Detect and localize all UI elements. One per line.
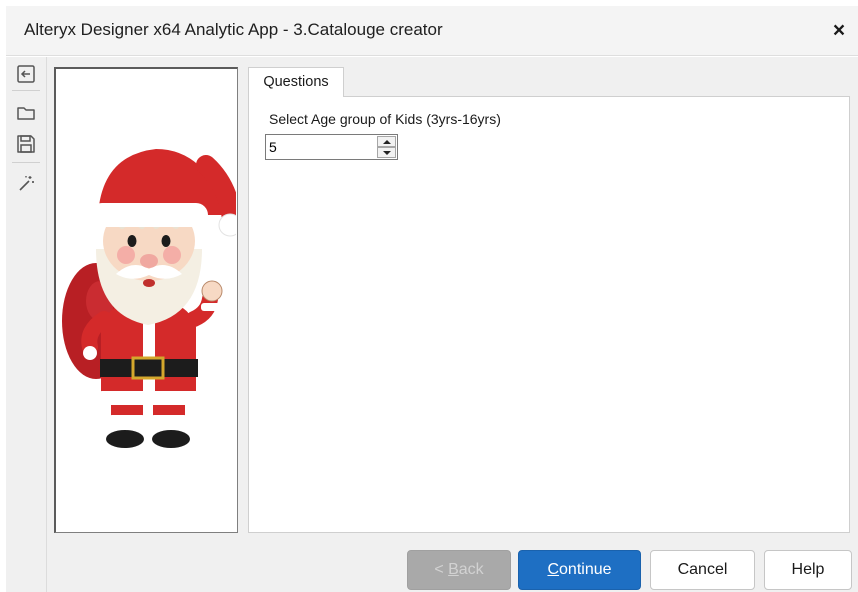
- magic-wand-icon[interactable]: [14, 171, 38, 195]
- tool-strip: [6, 57, 47, 592]
- title-bar: Alteryx Designer x64 Analytic App - 3.Ca…: [6, 6, 858, 56]
- window-body: Questions Select Age group of Kids (3yrs…: [6, 57, 858, 592]
- close-button[interactable]: ×: [826, 18, 852, 44]
- help-button[interactable]: Help: [764, 550, 852, 590]
- back-button[interactable]: < Back: [407, 550, 511, 590]
- age-group-label: Select Age group of Kids (3yrs-16yrs): [269, 111, 501, 127]
- save-icon[interactable]: [14, 132, 38, 156]
- questions-panel: Select Age group of Kids (3yrs-16yrs): [248, 96, 850, 533]
- back-arrow-label: <: [434, 561, 449, 578]
- continue-accel-label: C: [547, 561, 560, 578]
- age-group-input[interactable]: [266, 135, 377, 159]
- age-group-stepper[interactable]: [265, 134, 398, 160]
- toolbar-divider: [12, 162, 40, 163]
- spin-down-icon[interactable]: [377, 147, 396, 158]
- window-title: Alteryx Designer x64 Analytic App - 3.Ca…: [24, 20, 443, 39]
- toolbar-divider: [12, 90, 40, 91]
- continue-button[interactable]: Continue: [518, 550, 641, 590]
- spin-up-icon[interactable]: [377, 136, 396, 147]
- app-image-panel: [54, 67, 242, 533]
- cancel-button[interactable]: Cancel: [650, 550, 755, 590]
- back-label: ack: [458, 561, 484, 578]
- open-folder-icon[interactable]: [14, 101, 38, 125]
- tab-questions[interactable]: Questions: [248, 67, 344, 97]
- santa-claus-image: [62, 149, 242, 448]
- continue-label: ontinue: [559, 561, 612, 578]
- back-icon[interactable]: [14, 62, 38, 86]
- back-accel-label: B: [448, 561, 459, 578]
